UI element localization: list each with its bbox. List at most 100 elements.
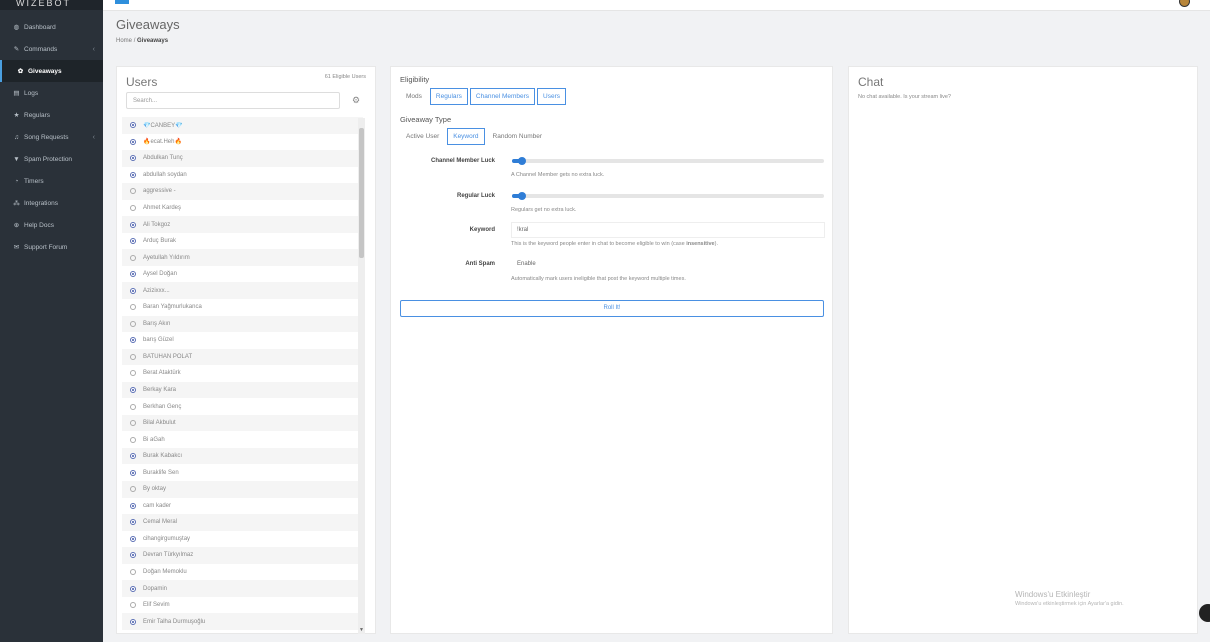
sidebar-item-integrations[interactable]: ⁂ Integrations [0, 192, 103, 214]
eligible-check-icon[interactable] [130, 469, 136, 476]
list-item[interactable]: Bilal Akbulut [122, 414, 363, 432]
floating-chat-button[interactable] [1199, 604, 1210, 622]
ineligible-circle-icon[interactable] [130, 304, 136, 311]
ineligible-circle-icon[interactable] [130, 569, 136, 576]
slider-handle[interactable] [518, 192, 527, 200]
list-item[interactable]: Berat Ataktürk [122, 365, 363, 382]
user-list-scrollbar[interactable]: ▼ [358, 118, 365, 634]
eligible-check-icon[interactable] [130, 453, 136, 460]
eligible-check-icon[interactable] [130, 138, 136, 145]
eligible-check-icon[interactable] [130, 337, 136, 344]
list-item[interactable]: aggressive - [122, 183, 363, 200]
list-item[interactable]: Cemal Meral [122, 514, 363, 531]
list-item[interactable]: Emir Talha Durmuşoğlu [122, 613, 363, 630]
list-item[interactable]: Arduç Burak [122, 233, 363, 250]
sidebar-item-giveaways[interactable]: ✿ Giveaways [0, 60, 103, 82]
eligible-check-icon[interactable] [130, 238, 136, 245]
breadcrumb-home-link[interactable]: Home [116, 38, 132, 44]
ineligible-circle-icon[interactable] [130, 254, 136, 261]
list-item[interactable]: Baran Yağmurlukanca [122, 299, 363, 316]
list-item[interactable]: Barış Akın [122, 315, 363, 333]
user-search-input[interactable]: Search... [126, 92, 340, 109]
option-keyword-button[interactable]: Keyword [447, 128, 485, 145]
list-item[interactable]: Azizixxx... [122, 282, 363, 300]
list-item[interactable]: BATUHAN POLAT [122, 348, 363, 366]
ineligible-circle-icon[interactable] [130, 320, 136, 327]
option-regulars-button[interactable]: Regulars [429, 88, 468, 105]
slider-handle[interactable] [518, 157, 527, 165]
list-item[interactable]: cam kader [122, 498, 363, 515]
sidebar-item-timers[interactable]: ◔ Timers [0, 170, 103, 192]
eligible-check-icon[interactable] [130, 387, 136, 394]
ineligible-circle-icon[interactable] [130, 188, 136, 195]
eligible-check-icon[interactable] [130, 221, 136, 228]
eligible-check-icon[interactable] [130, 271, 136, 278]
sidebar-item-help-docs[interactable]: ⊕ Help Docs [0, 214, 103, 236]
eligible-check-icon[interactable] [130, 552, 136, 559]
eligible-check-icon[interactable] [130, 287, 136, 294]
sidebar-item-regulars[interactable]: ★ Regulars [0, 104, 103, 126]
keyword-input[interactable]: !kral [511, 222, 825, 238]
list-item[interactable]: By oktay [122, 481, 363, 498]
sidebar-item-logs[interactable]: ▤ Logs [0, 82, 103, 104]
ineligible-circle-icon[interactable] [130, 436, 136, 443]
list-item[interactable]: Abdulkan Tunç [122, 150, 363, 167]
option-channel-members-button[interactable]: Channel Members [469, 88, 536, 105]
list-item[interactable]: Berkay Kara [122, 381, 363, 399]
sidebar-item-song-requests[interactable]: ♫ Song Requests ‹ [0, 126, 103, 148]
option-mods-button[interactable]: Mods [400, 88, 428, 105]
ineligible-circle-icon[interactable] [130, 420, 136, 427]
eligible-check-icon[interactable] [130, 585, 136, 592]
chevron-left-icon: ‹ [92, 45, 95, 53]
option-users-button[interactable]: Users [537, 88, 567, 105]
list-item[interactable]: 💎CANBEY💎 [122, 117, 363, 134]
list-item[interactable]: cihangirgumuştay [122, 531, 363, 548]
list-item[interactable]: barış Güzel [122, 332, 363, 349]
ineligible-circle-icon[interactable] [130, 205, 136, 211]
regular-luck-slider[interactable] [512, 192, 824, 200]
ineligible-circle-icon[interactable] [130, 370, 136, 377]
ineligible-circle-icon[interactable] [130, 403, 136, 410]
scrollbar-thumb[interactable] [359, 128, 364, 258]
menu-toggle-button[interactable] [115, 0, 129, 4]
list-item[interactable]: Ali Tokgoz [122, 216, 363, 233]
anti-spam-toggle[interactable]: Enable [511, 256, 825, 272]
list-item[interactable]: Ayetullah Yıldırım [122, 249, 363, 266]
eligible-check-icon[interactable] [130, 122, 136, 129]
list-item[interactable]: Ahmet Kardeş [122, 200, 363, 217]
option-random-number-button[interactable]: Random Number [486, 128, 549, 145]
sidebar-item-dashboard[interactable]: ◍ Dashboard [0, 16, 103, 38]
brand-logo[interactable]: WIZEBOT [0, 0, 103, 10]
channel-member-luck-slider[interactable] [512, 157, 824, 165]
avatar[interactable] [1179, 0, 1190, 7]
eligible-check-icon[interactable] [130, 502, 136, 509]
list-item[interactable]: Buraklife Sen [122, 464, 363, 481]
list-item[interactable]: Devran Türkyılmaz [122, 547, 363, 564]
ineligible-circle-icon[interactable] [130, 602, 136, 609]
eligible-check-icon[interactable] [130, 155, 136, 162]
sidebar-item-spam-protection[interactable]: ▼ Spam Protection [0, 148, 103, 170]
list-item[interactable]: Burak Kabakcı [122, 447, 363, 465]
sidebar-item-commands[interactable]: ✎ Commands ‹ [0, 38, 103, 60]
sidebar-item-support-forum[interactable]: ✉ Support Forum [0, 236, 103, 258]
ineligible-circle-icon[interactable] [130, 486, 136, 493]
eligible-check-icon[interactable] [130, 535, 136, 542]
scroll-down-icon[interactable]: ▼ [359, 627, 364, 633]
roll-button[interactable]: Roll It! [400, 300, 824, 317]
keyword-help-text: This is the keyword people enter in chat… [511, 241, 687, 247]
eligible-check-icon[interactable] [130, 171, 136, 178]
list-item[interactable]: Berkhan Genç [122, 398, 363, 415]
list-item[interactable]: Dopamin [122, 580, 363, 597]
eligible-check-icon[interactable] [130, 618, 136, 625]
list-item[interactable]: Bi aGah [122, 431, 363, 448]
list-item[interactable]: Aysel Doğan [122, 266, 363, 283]
list-item[interactable]: 🔥ecat.Heh🔥 [122, 134, 363, 151]
list-item[interactable]: abdullah soydan [122, 167, 363, 184]
option-active-user-button[interactable]: Active User [400, 128, 446, 145]
list-item[interactable]: Elif Sevim [122, 597, 363, 614]
ineligible-circle-icon[interactable] [130, 353, 136, 360]
eligible-check-icon[interactable] [130, 519, 136, 526]
gear-icon[interactable]: ⚙ [352, 95, 360, 106]
list-item[interactable]: Doğan Memoklu [122, 564, 363, 581]
breadcrumb: Home / Giveaways [116, 38, 168, 44]
